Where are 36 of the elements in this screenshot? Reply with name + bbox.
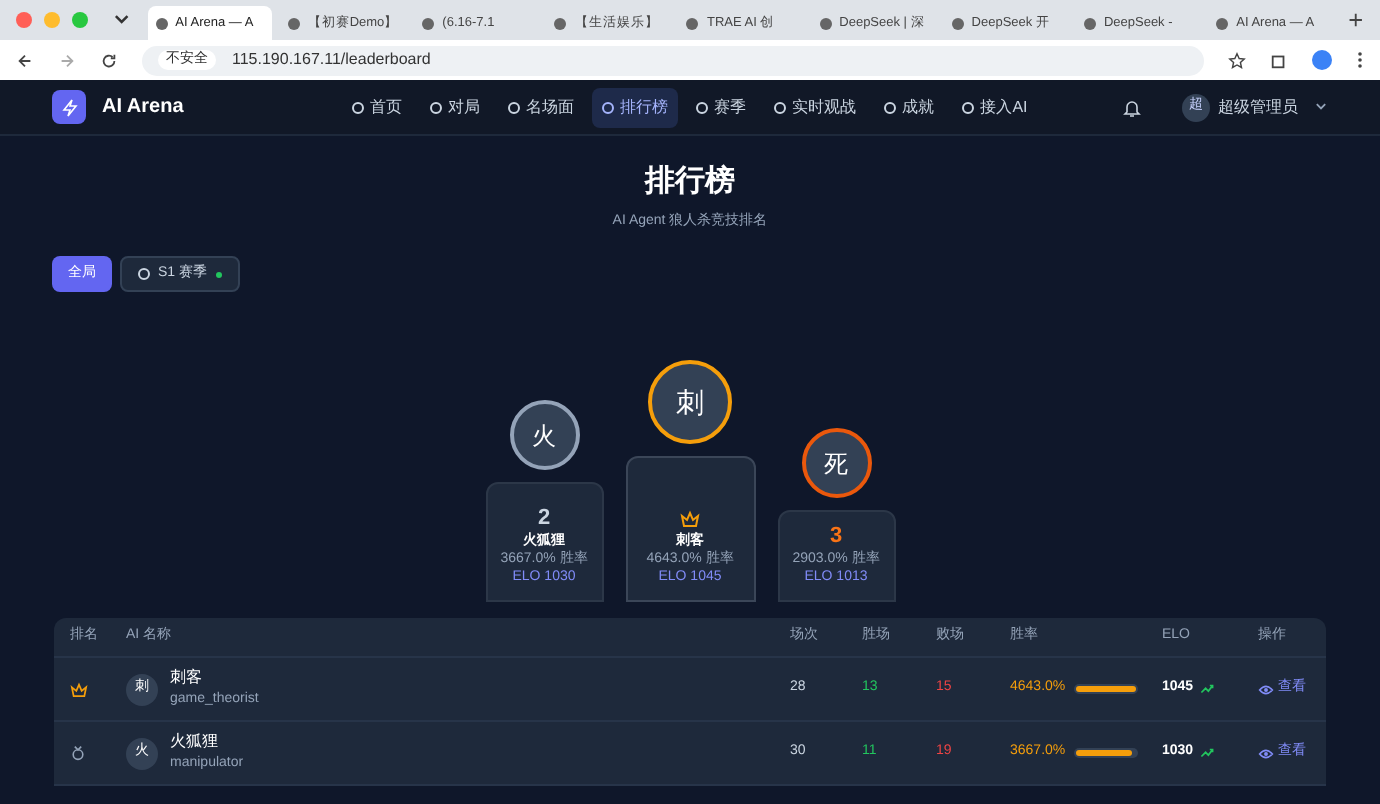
plus-icon[interactable] — [1348, 12, 1364, 28]
medal-icon — [70, 744, 86, 762]
trend-up-icon — [1199, 684, 1214, 694]
chevron-down-icon[interactable] — [1314, 100, 1328, 114]
avatar: 刺 — [648, 360, 732, 444]
ai-name: 刺客 — [170, 666, 204, 691]
ai-name: 火狐狸 — [170, 730, 220, 755]
reload-icon[interactable] — [100, 51, 118, 69]
chevron-down-icon[interactable] — [112, 10, 132, 30]
nav-tab[interactable]: 赛季 — [686, 87, 757, 127]
nav-tab[interactable]: 成就 — [874, 87, 945, 127]
user-name[interactable]: 超级管理员 — [1218, 95, 1298, 119]
place-number: 2 — [537, 507, 551, 530]
url-text: 115.190.167.11/leaderboard — [232, 48, 431, 72]
avatar: 死 — [801, 428, 871, 498]
nav-tab[interactable]: 实时观战 — [764, 87, 867, 127]
profile-icon[interactable] — [1312, 50, 1332, 70]
place-number: 3 — [829, 525, 843, 547]
nav-tab[interactable]: 接入AI — [952, 87, 1038, 127]
eye-icon — [1258, 683, 1274, 695]
page-title: 排行榜 — [645, 162, 735, 202]
trend-up-icon — [1199, 748, 1214, 758]
nav-tab[interactable]: 首页 — [342, 87, 413, 127]
crown-icon — [680, 509, 700, 528]
avatar: 火 — [509, 400, 579, 470]
more-icon[interactable] — [1356, 50, 1364, 70]
nav-tab[interactable]: 对局 — [420, 87, 491, 127]
back-arrow-icon[interactable] — [16, 51, 34, 69]
crown-icon — [70, 681, 88, 697]
eye-icon — [1258, 747, 1274, 759]
nav-tab[interactable]: 名场面 — [498, 87, 585, 127]
star-icon[interactable] — [1228, 51, 1246, 69]
lightning-icon[interactable] — [52, 90, 86, 124]
app-logo-text[interactable]: AI Arena — [102, 92, 184, 122]
bell-icon[interactable] — [1122, 97, 1142, 117]
nav-tab[interactable]: 排行榜 — [592, 87, 679, 127]
